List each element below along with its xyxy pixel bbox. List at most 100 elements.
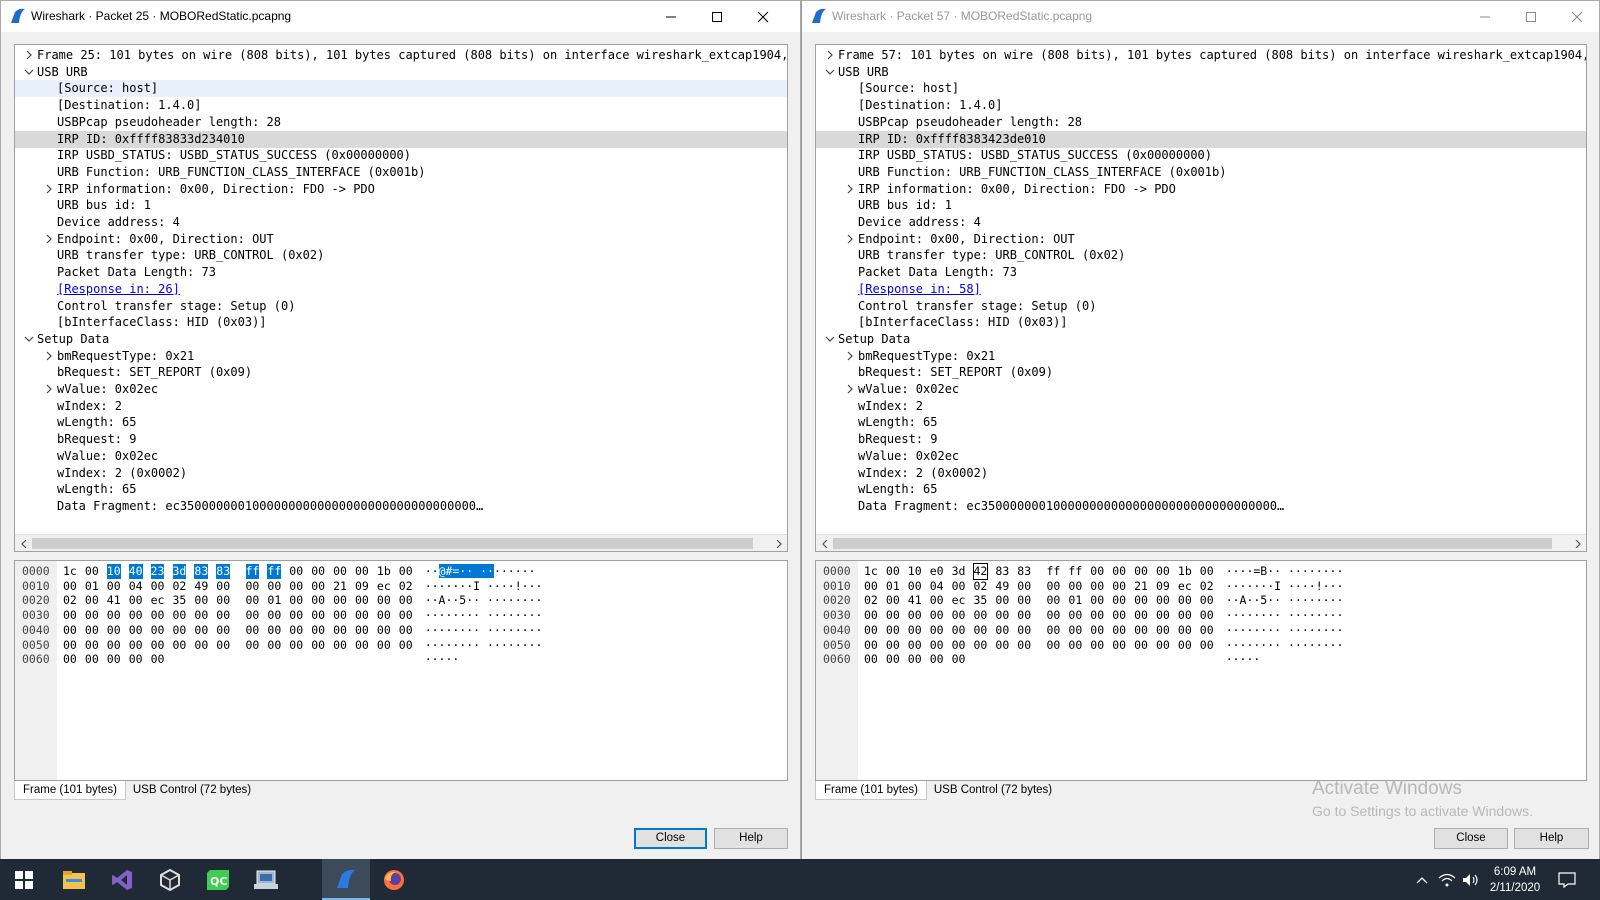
hex-byte[interactable]: 00 [289, 564, 303, 579]
tree-row[interactable]: URB Function: URB_FUNCTION_CLASS_INTERFA… [15, 164, 787, 181]
hex-row[interactable]: 0020 02 00 41 00 ec 35 00 00 00 01 00 00 00 00 00 00 ··A·… [816, 593, 1586, 608]
hex-byte[interactable]: 00 [886, 652, 900, 667]
hex-byte[interactable]: 00 [1047, 623, 1061, 638]
chevron-right-icon[interactable] [824, 49, 836, 61]
hex-byte[interactable]: 00 [1017, 638, 1031, 653]
hex-byte[interactable]: 00 [995, 623, 1009, 638]
hex-byte[interactable]: 00 [1068, 608, 1082, 623]
hex-byte[interactable]: 00 [377, 593, 391, 608]
chevron-down-icon[interactable] [824, 66, 836, 78]
network-app-icon[interactable] [242, 859, 290, 900]
response-link[interactable]: [Response in: 26] [57, 281, 180, 298]
hex-row[interactable]: 0010 00 01 00 04 00 02 49 00 00 00 00 00 21 09 ec 02 ····… [15, 579, 787, 594]
tree-row[interactable]: wLength: 65 [15, 481, 787, 498]
scroll-right-icon[interactable] [1569, 535, 1586, 551]
hex-byte[interactable]: ec [952, 593, 966, 608]
hex-byte[interactable]: 00 [129, 638, 143, 653]
hex-row[interactable]: 0040 00 00 00 00 00 00 00 00 00 00 00 00 00 00 00 00 ····… [816, 623, 1586, 638]
hex-byte[interactable]: 02 [173, 579, 187, 594]
minimize-button[interactable] [648, 1, 694, 32]
packet-details-tree[interactable]: Frame 25: 101 bytes on wire (808 bits), … [14, 44, 788, 552]
hex-byte[interactable]: 1c [864, 564, 878, 579]
hex-byte[interactable]: 00 [1134, 638, 1148, 653]
ascii-column[interactable]: ········ ········ [1226, 608, 1344, 623]
ascii-column[interactable]: ·······I ····!··· [1226, 579, 1344, 594]
hex-byte[interactable]: 00 [886, 608, 900, 623]
hex-byte[interactable]: 00 [129, 593, 143, 608]
hex-byte[interactable]: 00 [974, 623, 988, 638]
hex-byte[interactable]: 00 [85, 638, 99, 653]
hex-byte[interactable]: 00 [107, 608, 121, 623]
scroll-left-icon[interactable] [15, 535, 32, 551]
tab-usb-control[interactable]: USB Control (72 bytes) [128, 781, 256, 800]
chevron-down-icon[interactable] [23, 333, 35, 345]
hex-byte[interactable]: 00 [333, 593, 347, 608]
hex-byte[interactable]: 00 [107, 623, 121, 638]
tree-row[interactable]: bRequest: SET_REPORT (0x09) [15, 364, 787, 381]
hex-byte[interactable]: 00 [311, 623, 325, 638]
hex-byte[interactable]: 00 [1090, 564, 1104, 579]
hex-byte[interactable]: 01 [85, 579, 99, 594]
hex-byte[interactable]: e0 [930, 564, 944, 579]
hex-byte[interactable]: 00 [85, 593, 99, 608]
title-bar[interactable]: Wireshark · Packet 25 · MOBORedStatic.pc… [1, 1, 800, 32]
chevron-right-icon[interactable] [844, 183, 856, 195]
hex-byte[interactable]: 00 [399, 608, 413, 623]
hex-row[interactable]: 0010 00 01 00 04 00 02 49 00 00 00 00 00 21 09 ec 02 ····… [816, 579, 1586, 594]
hex-byte[interactable]: 00 [377, 623, 391, 638]
hex-byte[interactable]: 00 [173, 608, 187, 623]
tree-row[interactable]: Control transfer stage: Setup (0) [816, 298, 1586, 315]
tree-row[interactable]: Device address: 4 [816, 214, 1586, 231]
tree-row[interactable]: bmRequestType: 0x21 [816, 348, 1586, 365]
hex-byte[interactable]: 00 [1112, 608, 1126, 623]
tree-row[interactable]: [Response in: 26] [15, 281, 787, 298]
hex-byte[interactable]: 00 [355, 593, 369, 608]
response-link[interactable]: [Response in: 58] [858, 281, 981, 298]
hex-byte[interactable]: 00 [1178, 593, 1192, 608]
hex-byte[interactable]: 00 [289, 579, 303, 594]
hex-byte[interactable]: 00 [1156, 593, 1170, 608]
hex-byte[interactable]: 02 [399, 579, 413, 594]
hex-byte[interactable]: 00 [216, 593, 230, 608]
scrollbar-thumb[interactable] [833, 538, 1552, 549]
hex-byte[interactable]: 00 [151, 623, 165, 638]
hex-byte[interactable]: 00 [246, 593, 260, 608]
hex-byte[interactable]: 42 [972, 563, 989, 580]
hex-byte[interactable]: 49 [995, 579, 1009, 594]
tree-row[interactable]: USB URB [816, 64, 1586, 81]
file-explorer-icon[interactable] [50, 859, 98, 900]
ascii-column[interactable]: ········ ········ [1226, 623, 1344, 638]
ascii-column[interactable]: ········ ········ [425, 608, 543, 623]
hex-byte[interactable]: 00 [267, 579, 281, 594]
hex-byte[interactable]: 83 [216, 564, 231, 579]
hex-byte[interactable]: 00 [1200, 564, 1214, 579]
hex-row[interactable]: 0060 00 00 00 00 00 ····· [15, 652, 787, 667]
hex-byte[interactable]: 00 [995, 593, 1009, 608]
hex-byte[interactable]: 00 [1017, 623, 1031, 638]
hex-byte[interactable]: 00 [85, 608, 99, 623]
hex-byte[interactable]: 00 [1200, 608, 1214, 623]
hex-byte[interactable]: 00 [1090, 608, 1104, 623]
hex-byte[interactable]: 09 [1156, 579, 1170, 594]
hex-byte[interactable]: 00 [355, 623, 369, 638]
hex-byte[interactable]: 00 [246, 638, 260, 653]
hex-byte[interactable]: ff [1068, 564, 1082, 579]
tree-row[interactable]: IRP USBD_STATUS: USBD_STATUS_SUCCESS (0x… [15, 147, 787, 164]
help-button[interactable]: Help [1514, 828, 1589, 849]
hex-byte[interactable]: 00 [333, 623, 347, 638]
chevron-right-icon[interactable] [43, 233, 55, 245]
hex-byte[interactable]: 00 [864, 579, 878, 594]
hex-byte[interactable]: 00 [930, 608, 944, 623]
hex-byte[interactable]: 3d [952, 564, 966, 579]
hex-byte[interactable]: 00 [63, 608, 77, 623]
hex-byte[interactable]: 00 [908, 623, 922, 638]
ascii-column[interactable]: ··@#=·· ········ [425, 564, 535, 579]
ascii-column[interactable]: ··A··5·· ········ [1226, 593, 1344, 608]
tree-row[interactable]: [bInterfaceClass: HID (0x03)] [816, 314, 1586, 331]
tree-row[interactable]: URB transfer type: URB_CONTROL (0x02) [816, 247, 1586, 264]
hex-byte[interactable]: 00 [974, 638, 988, 653]
hex-byte[interactable]: 00 [246, 579, 260, 594]
hex-byte[interactable]: 01 [267, 593, 281, 608]
start-icon[interactable] [0, 859, 48, 900]
qt-creator-icon[interactable]: QC [194, 859, 242, 900]
